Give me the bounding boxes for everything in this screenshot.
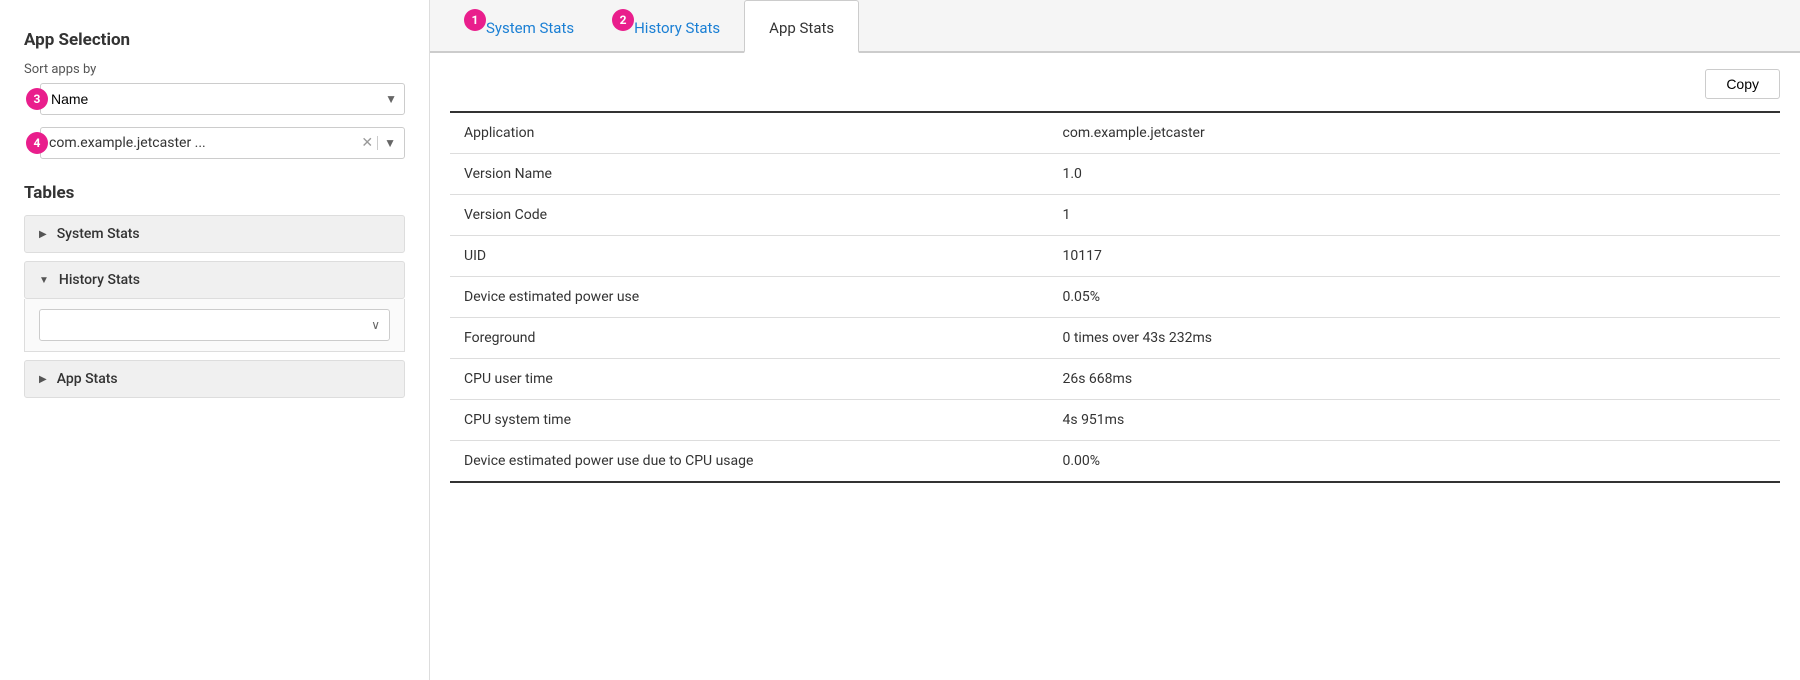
table-row: CPU user time26s 668ms: [450, 359, 1780, 400]
sort-select[interactable]: Name: [40, 83, 405, 115]
stats-key: CPU user time: [450, 359, 1049, 400]
stats-key: UID: [450, 236, 1049, 277]
table-row: Version Code1: [450, 195, 1780, 236]
stats-key: Foreground: [450, 318, 1049, 359]
history-stats-arrow-icon: ▼: [39, 275, 49, 286]
main-content: 1 System Stats 2 History Stats App Stats…: [430, 0, 1800, 680]
app-stats-arrow-icon: ▶: [39, 374, 47, 385]
app-selection-title: App Selection: [24, 30, 405, 50]
copy-row: Copy: [450, 69, 1780, 99]
stats-value: 1.0: [1049, 154, 1781, 195]
stats-value: 1: [1049, 195, 1781, 236]
table-row: Version Name1.0: [450, 154, 1780, 195]
copy-button[interactable]: Copy: [1705, 69, 1780, 99]
table-row: Device estimated power use due to CPU us…: [450, 441, 1780, 483]
table-row: Foreground0 times over 43s 232ms: [450, 318, 1780, 359]
table-row: Applicationcom.example.jetcaster: [450, 112, 1780, 154]
history-dropdown-wrapper: ∨: [39, 309, 390, 341]
stats-value: 4s 951ms: [1049, 400, 1781, 441]
badge-3: 3: [26, 88, 48, 110]
table-row: UID10117: [450, 236, 1780, 277]
stats-area: Copy Applicationcom.example.jetcasterVer…: [430, 53, 1800, 680]
tab-system-stats-label: System Stats: [486, 19, 574, 37]
table-row: CPU system time4s 951ms: [450, 400, 1780, 441]
history-stats-header[interactable]: ▼ History Stats: [24, 261, 405, 299]
system-stats-label: System Stats: [57, 226, 140, 242]
tables-title: Tables: [24, 183, 405, 203]
stats-table: Applicationcom.example.jetcasterVersion …: [450, 111, 1780, 483]
stats-value: 0.00%: [1049, 441, 1781, 483]
tab-history-stats[interactable]: 2 History Stats: [598, 1, 744, 53]
app-stats-label: App Stats: [57, 371, 118, 387]
sidebar: App Selection Sort apps by 3 Name ▼ 4 co…: [0, 0, 430, 680]
table-section-app-stats: ▶ App Stats: [24, 360, 405, 398]
tab-app-stats[interactable]: App Stats: [744, 0, 859, 53]
stats-key: Version Name: [450, 154, 1049, 195]
stats-value: 0 times over 43s 232ms: [1049, 318, 1781, 359]
tab-badge-1: 1: [464, 9, 486, 31]
badge-4: 4: [26, 132, 48, 154]
stats-key: Version Code: [450, 195, 1049, 236]
history-dropdown[interactable]: [39, 309, 390, 341]
system-stats-arrow-icon: ▶: [39, 229, 47, 240]
stats-key: CPU system time: [450, 400, 1049, 441]
tab-bar: 1 System Stats 2 History Stats App Stats: [430, 0, 1800, 53]
table-section-history-stats: ▼ History Stats ∨: [24, 261, 405, 352]
app-select-clear-icon[interactable]: ✕: [361, 135, 373, 151]
stats-value: 10117: [1049, 236, 1781, 277]
stats-value: 26s 668ms: [1049, 359, 1781, 400]
tab-history-stats-label: History Stats: [634, 19, 720, 37]
app-stats-header[interactable]: ▶ App Stats: [24, 360, 405, 398]
table-section-system-stats: ▶ System Stats: [24, 215, 405, 253]
tab-system-stats[interactable]: 1 System Stats: [450, 1, 598, 53]
stats-key: Device estimated power use: [450, 277, 1049, 318]
stats-value: 0.05%: [1049, 277, 1781, 318]
system-stats-header[interactable]: ▶ System Stats: [24, 215, 405, 253]
app-select-container: com.example.jetcaster ... ✕ ▼: [40, 127, 405, 159]
sort-label: Sort apps by: [24, 62, 405, 77]
tab-badge-2: 2: [612, 9, 634, 31]
history-stats-label: History Stats: [59, 272, 140, 288]
app-select-chevron-icon[interactable]: ▼: [377, 136, 396, 150]
stats-key: Device estimated power use due to CPU us…: [450, 441, 1049, 483]
tab-app-stats-label: App Stats: [769, 19, 834, 37]
stats-value: com.example.jetcaster: [1049, 112, 1781, 154]
table-row: Device estimated power use0.05%: [450, 277, 1780, 318]
app-select-value: com.example.jetcaster ...: [49, 135, 361, 151]
history-stats-body: ∨: [24, 299, 405, 352]
stats-key: Application: [450, 112, 1049, 154]
